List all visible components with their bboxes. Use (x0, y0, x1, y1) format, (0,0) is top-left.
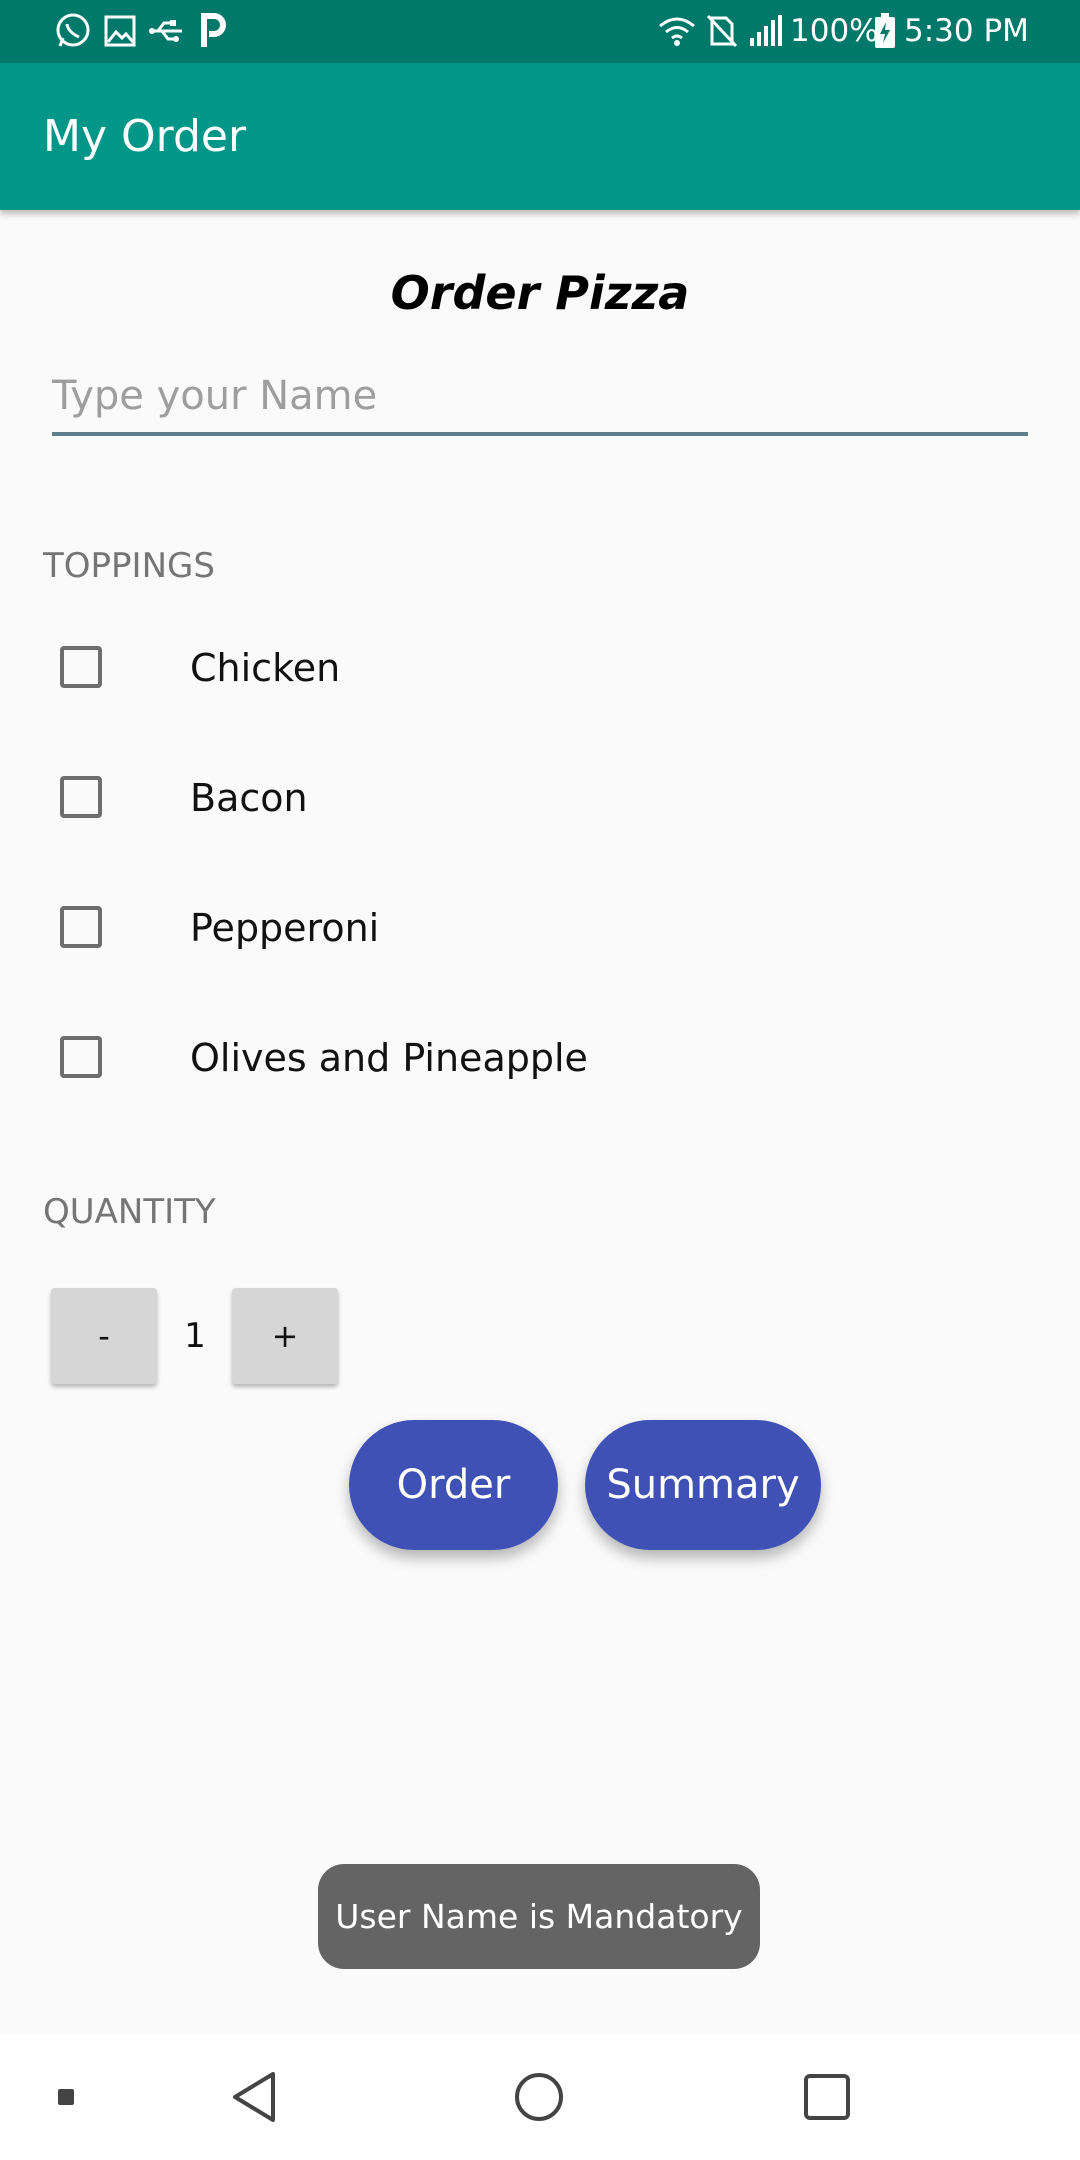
topping-row-chicken[interactable]: Chicken (0, 620, 1080, 720)
battery-charging-icon (875, 13, 895, 48)
olives-pineapple-checkbox[interactable] (60, 1036, 102, 1078)
whatsapp-icon (56, 13, 90, 47)
p-app-icon (201, 13, 226, 47)
battery-percent: 100% (790, 13, 879, 49)
pepperoni-checkbox[interactable] (60, 906, 102, 948)
usb-icon (149, 20, 182, 42)
toast-message: User Name is Mandatory (318, 1864, 760, 1969)
topping-row-olives-pineapple[interactable]: Olives and Pineapple (0, 1010, 1080, 1110)
increment-button[interactable]: + (232, 1288, 338, 1384)
app-title: My Order (43, 111, 247, 162)
quantity-value: 1 (184, 1316, 206, 1356)
checkbox-label: Olives and Pineapple (190, 1036, 588, 1080)
quantity-label: QUANTITY (43, 1192, 216, 1232)
checkbox-label: Pepperoni (190, 906, 380, 950)
order-heading: Order Pizza (390, 266, 690, 320)
name-input[interactable] (52, 360, 1028, 436)
checkbox-label: Bacon (190, 776, 308, 820)
signal-icon (750, 15, 782, 46)
topping-row-bacon[interactable]: Bacon (0, 750, 1080, 850)
navigation-bar (0, 2034, 1080, 2160)
decrement-button[interactable]: - (51, 1288, 157, 1384)
status-time: 5:30 PM (904, 13, 1029, 49)
topping-row-pepperoni[interactable]: Pepperoni (0, 880, 1080, 980)
recents-icon[interactable] (782, 2034, 872, 2160)
order-button[interactable]: Order (349, 1420, 558, 1550)
no-sim-icon (706, 14, 738, 48)
chicken-checkbox[interactable] (60, 646, 102, 688)
app-bar: My Order (0, 63, 1080, 210)
bacon-checkbox[interactable] (60, 776, 102, 818)
status-bar: 100% 5:30 PM (0, 0, 1080, 63)
home-icon[interactable] (494, 2034, 584, 2160)
back-icon[interactable] (210, 2034, 300, 2160)
image-icon (104, 15, 136, 47)
toppings-label: TOPPINGS (43, 546, 215, 586)
checkbox-label: Chicken (190, 646, 341, 690)
wifi-icon (659, 17, 695, 46)
summary-button[interactable]: Summary (585, 1420, 821, 1550)
nav-dot-icon (46, 2034, 86, 2160)
